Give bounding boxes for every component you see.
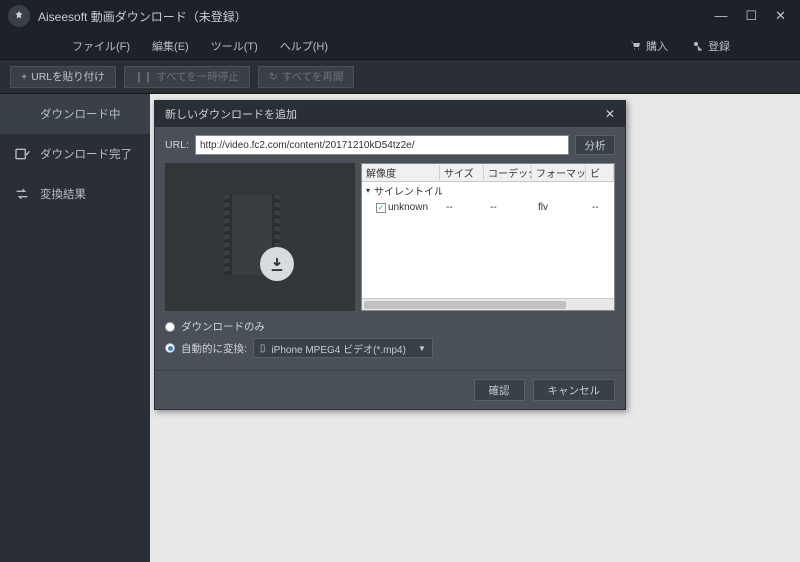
cart-icon xyxy=(630,40,642,52)
add-download-dialog: 新しいダウンロードを追加 ✕ URL: 分析 xyxy=(154,100,626,410)
col-size[interactable]: サイズ xyxy=(440,165,484,180)
menu-file[interactable]: ファイル(F) xyxy=(72,38,130,54)
buy-link[interactable]: 購入 xyxy=(630,38,668,54)
minimize-button[interactable]: — xyxy=(714,8,727,24)
maximize-button[interactable]: ☐ xyxy=(745,8,757,24)
paste-url-button[interactable]: +URLを貼り付け xyxy=(10,66,116,88)
row-checkbox[interactable]: ✓ xyxy=(376,203,386,213)
close-button[interactable]: ✕ xyxy=(775,8,786,24)
auto-convert-radio[interactable] xyxy=(165,343,175,353)
key-icon xyxy=(692,40,704,52)
auto-convert-label: 自動的に変換: xyxy=(181,341,247,356)
grid-scrollbar[interactable] xyxy=(362,298,614,310)
dialog-close-button[interactable]: ✕ xyxy=(605,107,615,121)
register-link[interactable]: 登録 xyxy=(692,38,730,54)
titlebar: Aiseesoft 動画ダウンロード（未登録） — ☐ ✕ xyxy=(0,0,800,32)
video-thumbnail xyxy=(165,163,355,311)
menu-edit[interactable]: 編集(E) xyxy=(152,38,189,54)
resume-all-button[interactable]: ↻すべてを再開 xyxy=(258,66,354,88)
menubar: ファイル(F) 編集(E) ツール(T) ヘルプ(H) 購入 登録 xyxy=(0,32,800,60)
toolbar: +URLを貼り付け ❙❙すべてを一時停止 ↻すべてを再開 xyxy=(0,60,800,94)
main-area: 新しいダウンロードを追加 ✕ URL: 分析 xyxy=(150,94,800,562)
download-badge-icon xyxy=(260,247,294,281)
sidebar: ダウンロード中 ダウンロード完了 変換結果 xyxy=(0,94,150,562)
col-format[interactable]: フォーマット xyxy=(532,165,586,180)
grid-group-row[interactable]: ▾サイレントイルミネ… xyxy=(362,182,614,199)
download-only-radio[interactable] xyxy=(165,322,175,332)
formats-grid[interactable]: 解像度 サイズ コーデック フォーマット ビ ▾サイレントイルミネ… ✓unkn… xyxy=(361,163,615,311)
sidebar-item-converted[interactable]: 変換結果 xyxy=(0,174,150,214)
download-only-label: ダウンロードのみ xyxy=(181,319,265,334)
sidebar-item-downloaded[interactable]: ダウンロード完了 xyxy=(0,134,150,174)
col-resolution[interactable]: 解像度 xyxy=(362,165,440,180)
url-label: URL: xyxy=(165,139,189,151)
menu-help[interactable]: ヘルプ(H) xyxy=(280,38,328,54)
url-input[interactable] xyxy=(195,135,569,155)
collapse-icon[interactable]: ▾ xyxy=(366,186,370,195)
app-logo xyxy=(8,5,30,27)
refresh-icon: ↻ xyxy=(269,71,278,83)
ok-button[interactable]: 確認 xyxy=(474,379,525,401)
app-title: Aiseesoft 動画ダウンロード（未登録） xyxy=(38,8,714,25)
cancel-button[interactable]: キャンセル xyxy=(533,379,616,401)
grid-data-row[interactable]: ✓unknown -- -- flv -- xyxy=(362,199,614,216)
convert-icon xyxy=(14,186,30,202)
sidebar-item-label: ダウンロード中 xyxy=(40,106,121,122)
check-list-icon xyxy=(14,146,30,162)
col-codec[interactable]: コーデック xyxy=(484,165,532,180)
chevron-down-icon: ▼ xyxy=(418,344,426,353)
sidebar-item-label: ダウンロード完了 xyxy=(40,146,132,162)
app-window: Aiseesoft 動画ダウンロード（未登録） — ☐ ✕ ファイル(F) 編集… xyxy=(0,0,800,562)
sidebar-item-label: 変換結果 xyxy=(40,186,86,202)
pause-all-button[interactable]: ❙❙すべてを一時停止 xyxy=(124,66,250,88)
col-bitrate[interactable]: ビ xyxy=(586,165,614,180)
plus-icon: + xyxy=(21,71,27,83)
analyze-button[interactable]: 分析 xyxy=(575,135,615,155)
dialog-title: 新しいダウンロードを追加 xyxy=(165,106,605,122)
device-icon: ▯ xyxy=(260,343,266,354)
sidebar-item-downloading[interactable]: ダウンロード中 xyxy=(0,94,150,134)
menu-tool[interactable]: ツール(T) xyxy=(211,38,258,54)
download-icon xyxy=(14,106,30,122)
pause-icon: ❙❙ xyxy=(135,71,153,83)
format-select[interactable]: ▯ iPhone MPEG4 ビデオ(*.mp4) ▼ xyxy=(253,338,433,358)
